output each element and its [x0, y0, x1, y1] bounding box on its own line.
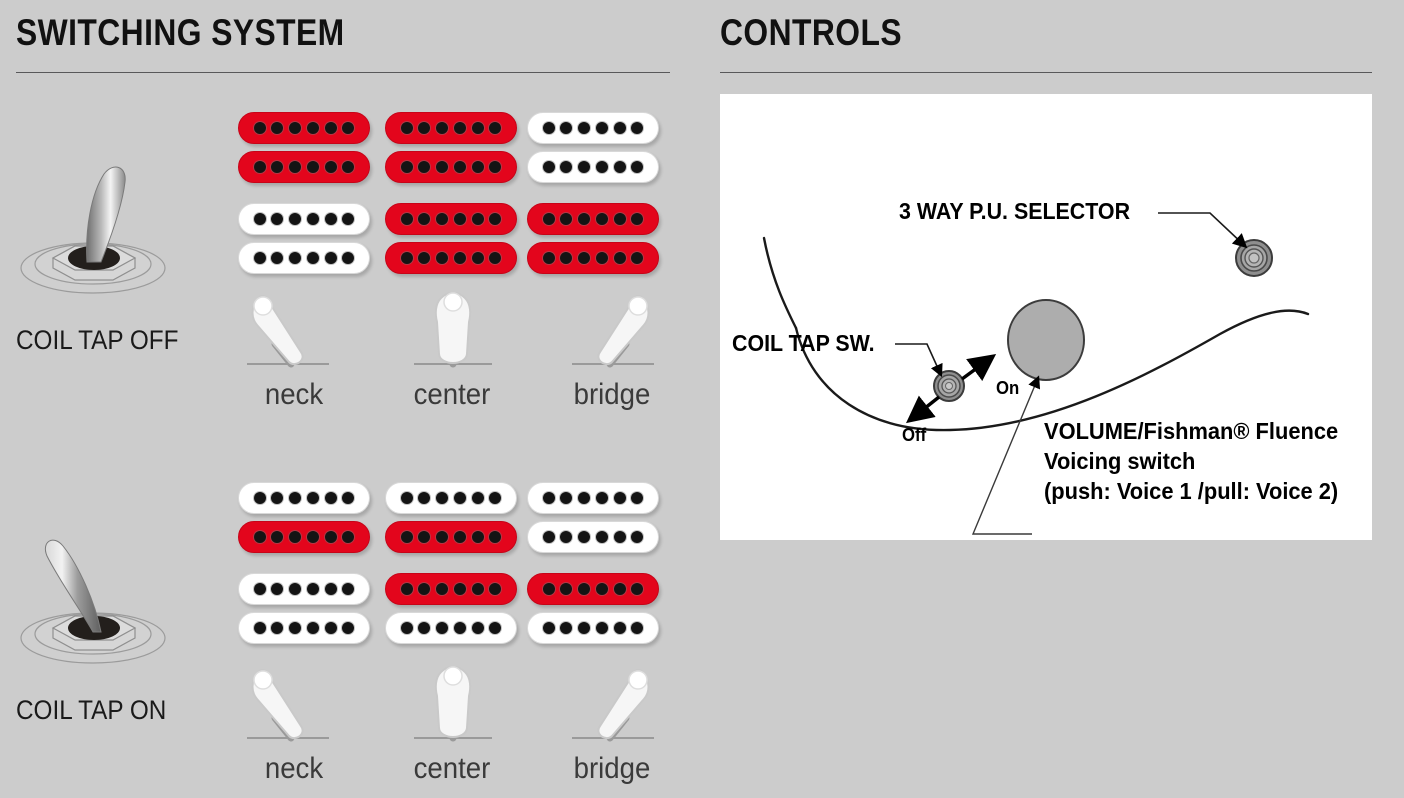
coil-tap-on-arrow [960, 353, 997, 382]
lever-switch-neck-on[interactable] [245, 652, 331, 752]
selector-label: 3 WAY P.U. SELECTOR [899, 198, 1131, 224]
pickup-off-center-bottom [385, 203, 517, 281]
coil-tap-on-toggle[interactable] [5, 520, 185, 710]
switching-system-title: SWITCHING SYSTEM [16, 12, 345, 53]
coil-tap-off-label: COIL TAP OFF [16, 325, 179, 355]
coil [527, 573, 659, 605]
coil-tap-off-label-text: Off [902, 425, 927, 445]
pickup-on-neck-bottom [238, 573, 370, 651]
coil [385, 203, 517, 235]
coil [527, 482, 659, 514]
coil [527, 521, 659, 553]
coil-tap-off-arrow [906, 395, 941, 424]
coil [385, 112, 517, 144]
lever-switch-center-on[interactable] [410, 652, 496, 752]
volume-label-line1: VOLUME/Fishman® Fluence [1044, 418, 1339, 444]
lever-switch-bridge-off[interactable] [570, 278, 656, 378]
coil-tap-leader-line [895, 343, 943, 378]
controls-panel: 3 WAY P.U. SELECTOR COIL TAP SW. On Off … [720, 94, 1372, 540]
coil [238, 573, 370, 605]
coil [238, 242, 370, 274]
pickup-off-center-top [385, 112, 517, 190]
position-label-bridge-off: bridge [573, 378, 651, 411]
volume-label-line2: Voicing switch [1044, 448, 1196, 474]
pickup-off-neck-top [238, 112, 370, 190]
coil [385, 612, 517, 644]
page-root: SWITCHING SYSTEM CONTROLS COIL TAP OFF n… [0, 0, 1404, 798]
pickup-on-bridge-top [527, 482, 659, 560]
coil [527, 151, 659, 183]
pickup-off-bridge-bottom [527, 203, 659, 281]
coil-tap-off-toggle[interactable] [5, 150, 185, 340]
pickup-off-bridge-top [527, 112, 659, 190]
pickup-on-center-bottom [385, 573, 517, 651]
volume-label-line3: (push: Voice 1 /pull: Voice 2) [1044, 478, 1339, 504]
pu-selector-knob [1235, 239, 1273, 277]
coil [385, 242, 517, 274]
controls-rule [720, 72, 1372, 73]
pickup-on-neck-top [238, 482, 370, 560]
coil [238, 203, 370, 235]
lever-switch-neck-off[interactable] [245, 278, 331, 378]
coil [238, 521, 370, 553]
coil [238, 482, 370, 514]
selector-leader-line [1158, 212, 1248, 249]
lever-switch-center-off[interactable] [410, 278, 496, 378]
body-upper-edge [762, 236, 798, 330]
coil [385, 573, 517, 605]
coil [238, 151, 370, 183]
coil [238, 612, 370, 644]
volume-knob [1007, 299, 1085, 381]
coil [385, 151, 517, 183]
position-label-neck-off: neck [264, 378, 324, 411]
coil [527, 242, 659, 274]
coil [238, 112, 370, 144]
position-label-neck-on: neck [264, 752, 324, 785]
position-label-bridge-on: bridge [573, 752, 651, 785]
pickup-on-center-top [385, 482, 517, 560]
coil-tap-sw-label: COIL TAP SW. [732, 330, 875, 356]
coil [527, 612, 659, 644]
coil-tap-on-label: COIL TAP ON [16, 695, 167, 725]
coil [385, 482, 517, 514]
controls-title: CONTROLS [720, 12, 902, 53]
switching-system-rule [16, 72, 670, 73]
position-label-center-on: center [413, 752, 491, 785]
pickup-on-bridge-bottom [527, 573, 659, 651]
lever-switch-bridge-on[interactable] [570, 652, 656, 752]
coil [385, 521, 517, 553]
volume-leader-line [971, 375, 1041, 535]
pickup-off-neck-bottom [238, 203, 370, 281]
position-label-center-off: center [413, 378, 491, 411]
coil [527, 112, 659, 144]
coil [527, 203, 659, 235]
coil-tap-on-label-text: On [996, 378, 1020, 398]
